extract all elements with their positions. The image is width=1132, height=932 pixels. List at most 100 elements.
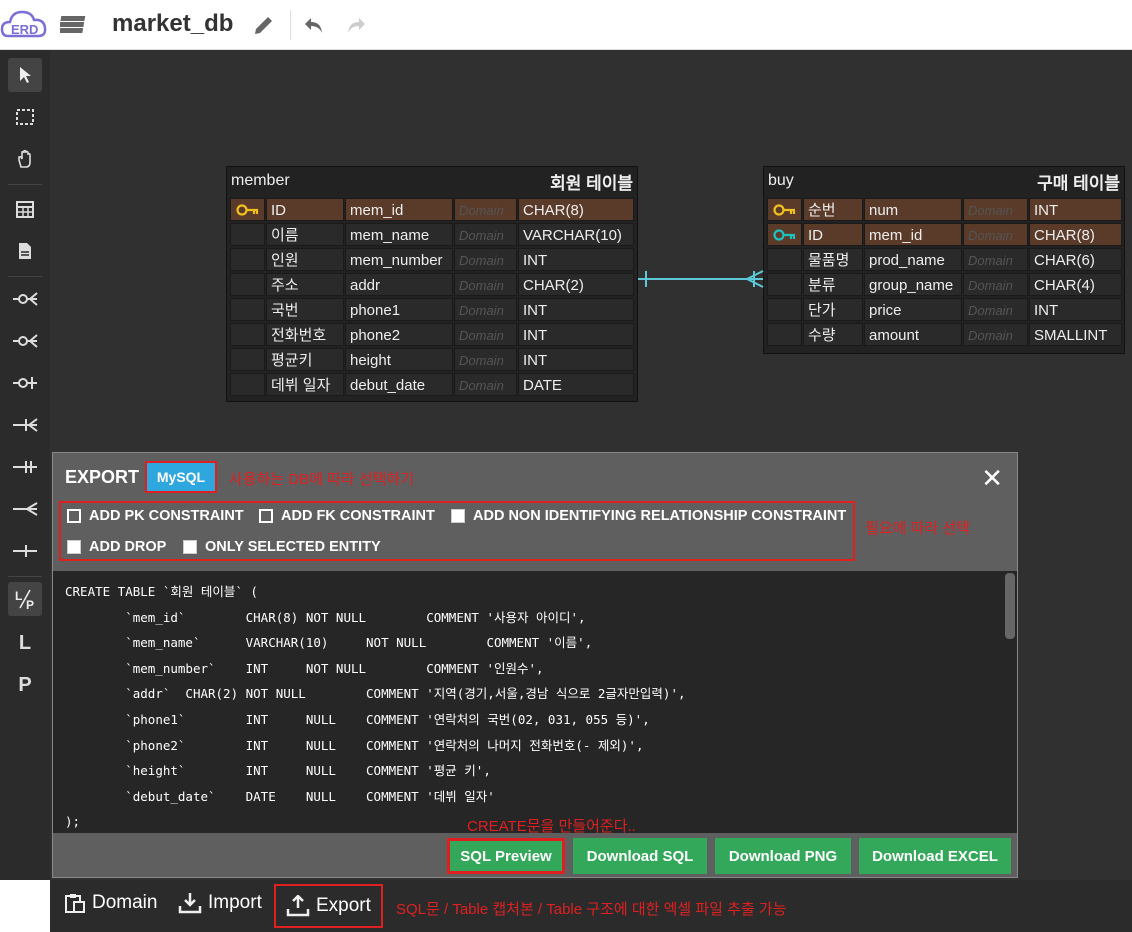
column-physical-name: addr <box>345 273 453 296</box>
logical-physical-toggle-icon[interactable]: LP <box>8 582 42 616</box>
entity-comment: 구매 테이블 <box>1037 174 1120 193</box>
relation-zero-many-icon[interactable] <box>8 324 42 358</box>
key-cell <box>230 373 265 396</box>
column-logical-name: 이름 <box>266 223 344 246</box>
column-physical-name: price <box>864 298 962 321</box>
column-datatype: INT <box>1029 298 1122 321</box>
import-button[interactable]: Import <box>178 892 262 914</box>
entity-column-row[interactable]: 전화번호 phone2 Domain INT <box>227 322 637 347</box>
column-datatype: INT <box>518 298 634 321</box>
undo-icon[interactable] <box>302 13 326 37</box>
key-cell <box>767 298 802 321</box>
hand-tool-icon[interactable] <box>8 142 42 176</box>
relation-zero-one-icon[interactable] <box>8 366 42 400</box>
column-logical-name: 평균키 <box>266 348 344 371</box>
download-sql-button[interactable]: Download SQL <box>573 838 707 874</box>
entity-column-row[interactable]: 이름 mem_name Domain VARCHAR(10) <box>227 222 637 247</box>
select-area-icon[interactable] <box>8 100 42 134</box>
column-logical-name: 단가 <box>803 298 863 321</box>
entity-column-row[interactable]: 주소 addr Domain CHAR(2) <box>227 272 637 297</box>
entity-name: buy <box>768 172 794 189</box>
column-logical-name: ID <box>803 223 863 246</box>
entity-comment: 회원 테이블 <box>550 174 633 193</box>
table-icon[interactable] <box>8 192 42 226</box>
key-cell <box>230 323 265 346</box>
key-cell <box>230 223 265 246</box>
relationship-line[interactable] <box>637 268 765 290</box>
relation-many-icon[interactable] <box>8 492 42 526</box>
relation-one-one-icon[interactable] <box>8 450 42 484</box>
entity-column-row[interactable]: 분류 group_name Domain CHAR(4) <box>764 272 1124 297</box>
column-domain: Domain <box>963 298 1028 321</box>
entity-member[interactable]: member 회원 테이블 ID mem_id Domain CHAR(8) 이름 mem… <box>226 166 638 402</box>
column-domain: Domain <box>963 223 1028 246</box>
entity-column-row[interactable]: 평균키 height Domain INT <box>227 347 637 372</box>
export-icon <box>286 895 310 917</box>
column-datatype: CHAR(2) <box>518 273 634 296</box>
option-add-fk[interactable]: ADD FK CONSTRAINT <box>259 508 435 524</box>
scrollbar[interactable] <box>1005 573 1015 639</box>
memo-icon[interactable] <box>8 234 42 268</box>
toolbar-divider <box>290 10 291 40</box>
option-add-non-identifying[interactable]: ADD NON IDENTIFYING RELATIONSHIP CONSTRA… <box>451 508 846 524</box>
close-icon[interactable]: ✕ <box>981 463 1003 494</box>
logical-view-icon[interactable]: L <box>8 626 42 660</box>
column-domain: Domain <box>963 273 1028 296</box>
checkbox-icon[interactable] <box>67 540 81 554</box>
export-title: EXPORT <box>65 467 140 487</box>
edit-pencil-icon[interactable] <box>252 13 276 37</box>
download-excel-button[interactable]: Download EXCEL <box>859 838 1011 874</box>
key-cell <box>230 248 265 271</box>
sql-preview-area[interactable]: CREATE TABLE `회원 테이블` ( `mem_id` CHAR(8)… <box>53 571 1017 833</box>
create-note: CREATE문을 만들어준다.. <box>467 818 636 835</box>
pointer-tool-icon[interactable] <box>8 58 42 92</box>
column-physical-name: num <box>864 198 962 221</box>
tool-sidebar: LP L P <box>0 50 50 880</box>
svg-text:L: L <box>15 589 22 603</box>
checkbox-icon[interactable] <box>183 540 197 554</box>
entity-column-row[interactable]: 수량 amount Domain SMALLINT <box>764 322 1124 347</box>
export-button[interactable]: Export <box>274 884 383 928</box>
relation-zero-many-icon[interactable] <box>8 282 42 316</box>
option-add-pk[interactable]: ADD PK CONSTRAINT <box>67 508 244 524</box>
column-domain: Domain <box>454 248 517 271</box>
entity-column-row[interactable]: 데뷔 일자 debut_date Domain DATE <box>227 372 637 397</box>
download-png-button[interactable]: Download PNG <box>715 838 851 874</box>
redo-icon[interactable] <box>344 13 368 37</box>
entity-column-row[interactable]: 단가 price Domain INT <box>764 297 1124 322</box>
domain-button[interactable]: Domain <box>64 892 157 914</box>
relation-one-many-icon[interactable] <box>8 408 42 442</box>
entity-buy[interactable]: buy 구매 테이블 순번 num Domain INT ID mem_id Domain C… <box>763 166 1125 354</box>
entity-column-row[interactable]: 물품명 prod_name Domain CHAR(6) <box>764 247 1124 272</box>
entity-column-row[interactable]: ID mem_id Domain CHAR(8) <box>764 222 1124 247</box>
database-icon[interactable] <box>58 12 90 36</box>
options-note: 필요에 따라 선택 <box>865 520 970 537</box>
entity-column-row[interactable]: ID mem_id Domain CHAR(8) <box>227 197 637 222</box>
key-cell <box>230 273 265 296</box>
entity-column-row[interactable]: 순번 num Domain INT <box>764 197 1124 222</box>
column-logical-name: 인원 <box>266 248 344 271</box>
entity-column-row[interactable]: 국번 phone1 Domain INT <box>227 297 637 322</box>
option-add-drop[interactable]: ADD DROP <box>67 539 166 555</box>
option-label: ADD PK CONSTRAINT <box>89 508 244 524</box>
db-select-mysql-button[interactable]: MySQL <box>145 461 217 493</box>
column-domain: Domain <box>963 198 1028 221</box>
entity-column-row[interactable]: 인원 mem_number Domain INT <box>227 247 637 272</box>
column-logical-name: 전화번호 <box>266 323 344 346</box>
export-note: SQL문 / Table 캡처본 / Table 구조에 대한 엑셀 파일 추출… <box>396 901 787 918</box>
column-physical-name: debut_date <box>345 373 453 396</box>
physical-view-icon[interactable]: P <box>8 668 42 702</box>
column-physical-name: mem_id <box>864 223 962 246</box>
erd-cloud-logo[interactable]: ERD <box>0 6 52 44</box>
checkbox-icon[interactable] <box>451 509 465 523</box>
column-datatype: CHAR(8) <box>518 198 634 221</box>
checkbox-icon[interactable] <box>67 509 81 523</box>
relation-line-icon[interactable] <box>8 534 42 568</box>
option-only-selected[interactable]: ONLY SELECTED ENTITY <box>183 539 381 555</box>
checkbox-icon[interactable] <box>259 509 273 523</box>
column-physical-name: group_name <box>864 273 962 296</box>
column-datatype: VARCHAR(10) <box>518 223 634 246</box>
column-datatype: CHAR(4) <box>1029 273 1122 296</box>
sql-preview-button[interactable]: SQL Preview <box>447 838 565 874</box>
column-domain: Domain <box>963 323 1028 346</box>
